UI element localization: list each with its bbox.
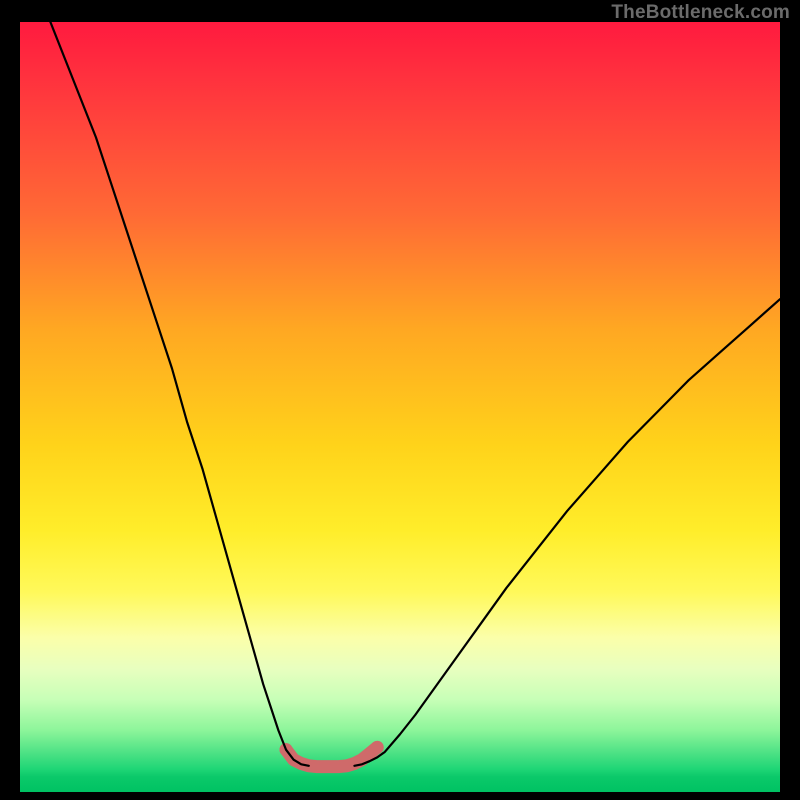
chart-frame: TheBottleneck.com — [0, 0, 800, 800]
plot-area — [20, 22, 780, 792]
watermark-text: TheBottleneck.com — [611, 2, 790, 24]
curve-layer — [20, 22, 780, 792]
series-right-curve — [354, 299, 780, 766]
flat-band-end — [371, 741, 384, 754]
series-left-curve — [50, 22, 308, 766]
